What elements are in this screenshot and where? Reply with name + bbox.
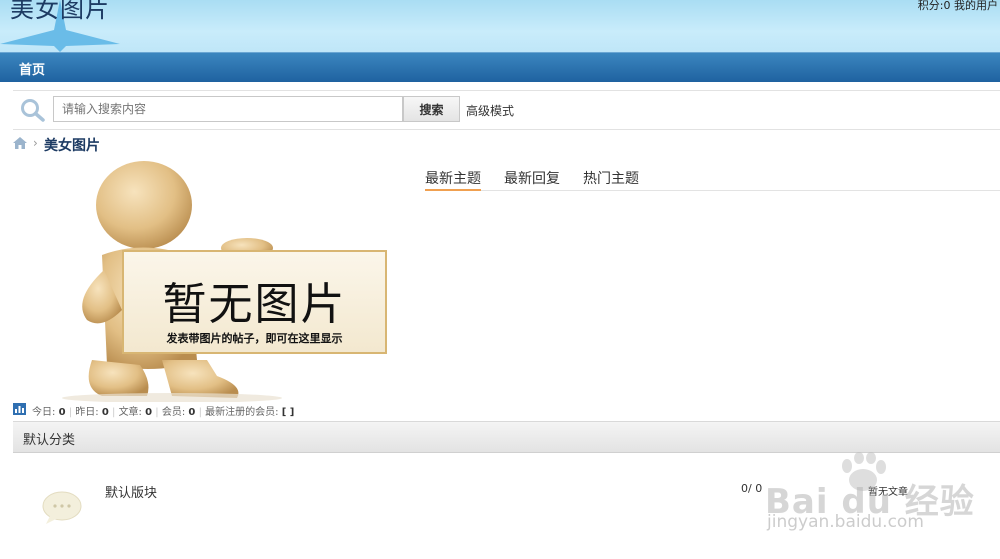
tab-latest-replies[interactable]: 最新回复 — [504, 168, 560, 189]
forum-name-link[interactable]: 默认版块 — [105, 482, 157, 501]
search-bar: 搜索 高级模式 — [13, 90, 1000, 130]
stat-yesterday-label: 昨日: — [75, 407, 99, 418]
no-image-subtitle: 发表带图片的帖子，即可在这里显示 — [166, 332, 343, 345]
stats-chart-icon — [13, 403, 26, 415]
stat-yesterday-value: 0 — [101, 407, 109, 418]
site-header: 美女图片 积分:0 我的用户 — [0, 0, 1000, 52]
advanced-search-link[interactable]: 高级模式 — [466, 102, 514, 119]
tab-hot-topics[interactable]: 热门主题 — [583, 168, 639, 189]
category-header: 默认分类 — [13, 421, 1000, 453]
user-info[interactable]: 积分:0 我的用户 — [918, 0, 998, 13]
stat-members-value: 0 — [188, 407, 196, 418]
site-title[interactable]: 美女图片 — [10, 0, 110, 24]
stat-posts-label: 文章: — [118, 407, 142, 418]
forum-chat-bubble-icon — [42, 491, 82, 524]
nav-home-link[interactable]: 首页 — [19, 59, 45, 78]
breadcrumb-current[interactable]: 美女图片 — [44, 135, 100, 155]
no-image-sign: 暂无图片 发表带图片的帖子，即可在这里显示 — [122, 250, 387, 354]
no-image-title: 暂无图片 — [162, 279, 347, 330]
stat-today-value: 0 — [58, 407, 66, 418]
home-icon[interactable] — [13, 137, 27, 149]
topic-tabs: 最新主题 最新回复 热门主题 — [425, 168, 1000, 191]
no-image-placeholder: 暂无图片 发表带图片的帖子，即可在这里显示 — [22, 160, 417, 402]
category-title[interactable]: 默认分类 — [23, 429, 75, 448]
stat-members-label: 会员: — [161, 407, 186, 418]
baidu-jingyan-watermark: Bai du 经验 jingyan.baidu.com — [765, 452, 1000, 542]
tab-latest-topics[interactable]: 最新主题 — [425, 168, 481, 191]
stat-posts-value: 0 — [145, 407, 153, 418]
breadcrumb-separator: › — [33, 136, 38, 150]
search-icon — [21, 99, 45, 122]
stat-newest-value[interactable]: [ ] — [282, 407, 295, 418]
search-button[interactable]: 搜索 — [403, 96, 460, 122]
main-nav: 首页 — [0, 52, 1000, 82]
forum-counts: 0/ 0 — [741, 482, 763, 495]
stat-today-label: 今日: — [32, 407, 56, 418]
search-input[interactable] — [53, 96, 403, 122]
watermark-url: jingyan.baidu.com — [767, 512, 924, 532]
stat-newest-label: 最新注册的会员: — [205, 407, 279, 418]
